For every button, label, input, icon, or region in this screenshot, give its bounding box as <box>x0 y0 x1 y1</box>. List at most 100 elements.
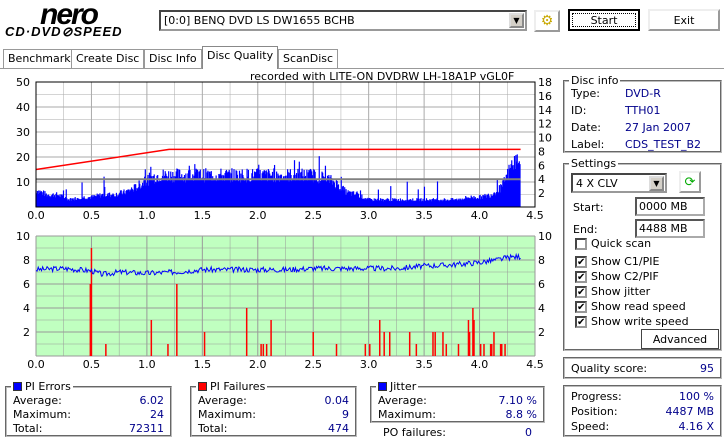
x-tick-label: 4.0 <box>471 358 489 370</box>
y-tick-label-right: 2 <box>538 326 545 339</box>
row-label: Speed: <box>571 420 610 433</box>
cd-dvd-speed-logo: CD·DVD⊘SPEED <box>5 24 123 39</box>
tab-divider <box>0 68 724 69</box>
checkbox-icon[interactable]: ✔ <box>575 255 587 268</box>
row-label: ID: <box>571 104 587 117</box>
row-label: Average: <box>198 394 247 407</box>
tab-benchmark[interactable]: Benchmark <box>3 49 76 68</box>
row-value: 72311 <box>129 422 164 435</box>
quality-score-value: 95 <box>700 362 714 375</box>
jitter-group: Jitter Average: 7.10 % Maximum: 8.8 % <box>370 380 545 423</box>
tab-disc-quality[interactable]: Disc Quality <box>202 46 279 69</box>
checkbox-icon[interactable]: ✔ <box>575 315 587 328</box>
x-tick-label: 3.0 <box>360 209 378 222</box>
y-tick-label-right: 8 <box>538 254 545 267</box>
row-value: 27 Jan 2007 <box>625 121 691 134</box>
info-row: Maximum: 8.8 % <box>378 408 537 421</box>
x-tick-label: 4.5 <box>526 209 544 222</box>
checkbox-show-jitter[interactable]: ✔ Show jitter <box>575 285 650 298</box>
row-label: Total: <box>13 422 43 435</box>
info-row: Average: 0.04 <box>198 394 349 407</box>
row-value: TTH01 <box>625 104 661 117</box>
x-tick-label: 0.5 <box>83 358 101 370</box>
row-label: Type: <box>571 87 600 100</box>
checkbox-show-write-speed[interactable]: ✔ Show write speed <box>575 315 689 328</box>
refresh-button[interactable]: ⟳ <box>679 171 701 193</box>
jitter-title: Jitter <box>390 380 417 393</box>
start-input[interactable]: 0000 MB <box>635 197 705 216</box>
pi-errors-title: PI Errors <box>25 380 71 393</box>
x-tick-label: 1.0 <box>138 358 156 370</box>
checkbox-icon[interactable] <box>575 237 587 250</box>
exit-button[interactable]: Exit <box>648 9 720 31</box>
y-tick-label-left: 20 <box>16 151 30 164</box>
po-failures-label: PO failures: <box>383 426 446 439</box>
y-tick-label-right: 2 <box>538 187 545 200</box>
y-tick-label-left: 2 <box>23 326 30 339</box>
quality-score-box: Quality score: 95 <box>563 357 722 379</box>
speed-select[interactable]: 4 X CLV ▼ <box>571 173 667 193</box>
row-label: Average: <box>13 394 62 407</box>
checkbox-icon[interactable]: ✔ <box>575 270 587 283</box>
info-row: Progress: 100 % <box>571 390 714 403</box>
drive-config-button[interactable]: ⚙ <box>534 10 560 32</box>
pi-failures-title: PI Failures <box>210 380 266 393</box>
po-failures-value: 0 <box>525 426 532 439</box>
row-value: 4.16 X <box>678 420 714 433</box>
checkbox-show-c2-pif[interactable]: ✔ Show C2/PIF <box>575 270 659 283</box>
y-tick-label-right: 18 <box>538 76 552 89</box>
row-label: Label: <box>571 138 605 151</box>
y-tick-label-left: 30 <box>16 126 30 139</box>
checkbox-label: Show C1/PIE <box>591 255 660 268</box>
row-label: Position: <box>571 405 618 418</box>
checkbox-icon[interactable]: ✔ <box>575 300 587 313</box>
x-tick-label: 0.0 <box>27 209 45 222</box>
row-label: Total: <box>198 422 228 435</box>
tab-scandisc[interactable]: ScanDisc <box>278 49 339 68</box>
start-button[interactable]: Start <box>568 9 640 31</box>
info-row: Type: DVD-R <box>571 87 714 100</box>
info-row: Total: 474 <box>198 422 349 435</box>
y-tick-label-right: 10 <box>538 132 552 145</box>
chevron-down-icon[interactable]: ▼ <box>649 176 664 191</box>
pi-failures-color-icon <box>198 382 207 391</box>
y-tick-label-left: 50 <box>16 76 30 89</box>
y-tick-label-right: 10 <box>538 230 552 243</box>
checkbox-label: Quick scan <box>591 237 652 250</box>
disc-info-title: Disc info <box>569 74 621 87</box>
y-tick-label-right: 6 <box>538 159 545 172</box>
x-tick-label: 1.5 <box>194 209 212 222</box>
end-input[interactable]: 4488 MB <box>635 219 705 238</box>
drive-select-value: [0:0] BENQ DVD LS DW1655 BCHB <box>164 14 355 27</box>
x-tick-label: 4.5 <box>526 358 544 370</box>
info-row: Average: 6.02 <box>13 394 164 407</box>
chevron-down-icon[interactable]: ▼ <box>509 13 524 28</box>
checkbox-icon[interactable]: ✔ <box>575 285 587 298</box>
pi-failures-group: PI Failures Average: 0.04 Maximum: 9 Total: 47… <box>190 380 357 437</box>
info-row: Total: 72311 <box>13 422 164 435</box>
y-tick-label-left: 10 <box>16 230 30 243</box>
row-value: DVD-R <box>625 87 661 100</box>
tab-disc-info[interactable]: Disc Info <box>144 49 202 68</box>
y-tick-label-left: 40 <box>16 101 30 114</box>
jitter-color-icon <box>378 382 387 391</box>
x-tick-label: 4.0 <box>471 209 489 222</box>
drive-select[interactable]: [0:0] BENQ DVD LS DW1655 BCHB ▼ <box>159 10 527 31</box>
x-tick-label: 1.0 <box>138 209 156 222</box>
row-label: Maximum: <box>198 408 256 421</box>
pi-errors-color-icon <box>13 382 22 391</box>
info-row: Label: CDS_TEST_B2 <box>571 138 714 151</box>
drive-config-icon: ⚙ <box>540 13 554 29</box>
checkbox-label: Show C2/PIF <box>591 270 659 283</box>
advanced-button[interactable]: Advanced <box>641 329 719 349</box>
x-tick-label: 2.5 <box>304 358 322 370</box>
checkbox-quick-scan[interactable]: Quick scan <box>575 237 651 250</box>
y-tick-label-right: 4 <box>538 173 545 186</box>
checkbox-show-c1-pie[interactable]: ✔ Show C1/PIE <box>575 255 659 268</box>
row-value: CDS_TEST_B2 <box>625 138 702 151</box>
x-tick-label: 3.0 <box>360 358 378 370</box>
x-tick-label: 2.0 <box>249 209 267 222</box>
tab-create-disc[interactable]: Create Disc <box>71 49 145 68</box>
settings-group: Settings 4 X CLV ▼ ⟳ Start: 0000 MB End: … <box>563 157 722 351</box>
checkbox-show-read-speed[interactable]: ✔ Show read speed <box>575 300 686 313</box>
